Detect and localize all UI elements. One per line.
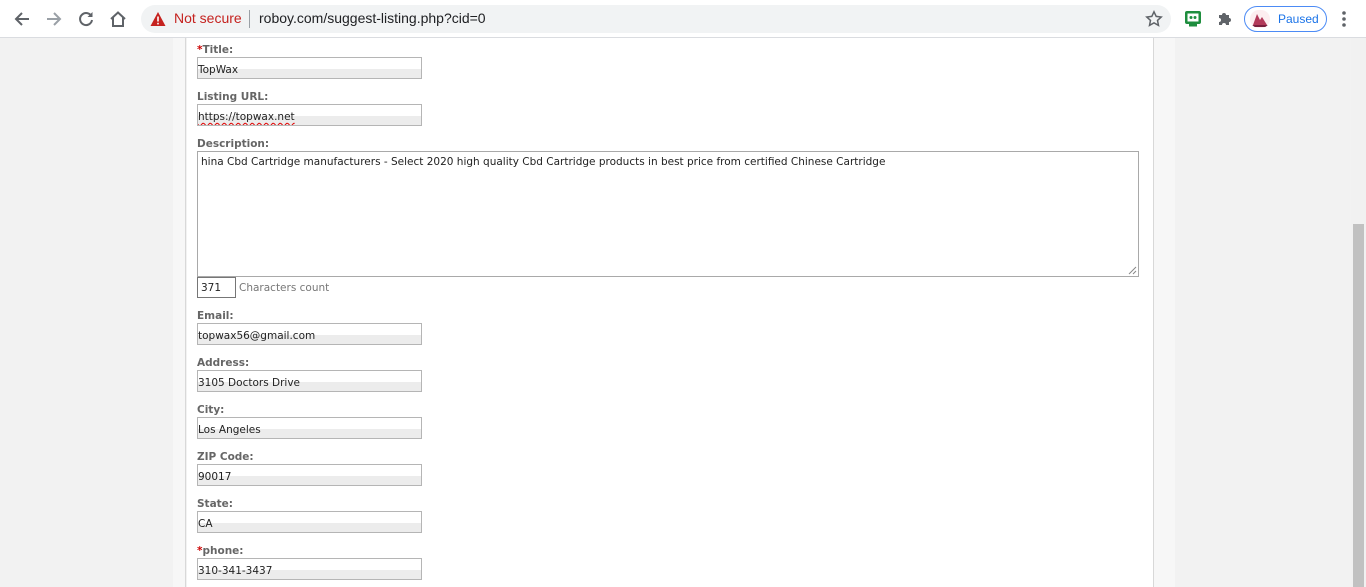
listing-url-value: https://topwax.net: [198, 111, 295, 123]
profile-button[interactable]: Paused: [1244, 6, 1327, 32]
home-icon: [110, 11, 126, 27]
state-input[interactable]: CA: [197, 511, 422, 533]
zip-code-input[interactable]: 90017: [197, 464, 422, 486]
menu-icon[interactable]: [1336, 9, 1352, 29]
reload-icon: [79, 12, 93, 27]
email-label: Email:: [197, 310, 234, 322]
title-input[interactable]: TopWax: [197, 57, 422, 79]
extension-icon[interactable]: [1184, 10, 1202, 27]
warning-icon[interactable]: [150, 11, 166, 27]
title-label: *Title:: [197, 44, 234, 56]
puzzle-icon[interactable]: [1216, 10, 1234, 28]
listing-url-label: Listing URL:: [197, 91, 269, 103]
right-column-border: [1153, 38, 1175, 587]
star-icon[interactable]: [1145, 10, 1163, 28]
reload-button[interactable]: [74, 7, 98, 31]
address-input[interactable]: 3105 Doctors Drive: [197, 370, 422, 392]
phone-input[interactable]: 310-341-3437: [197, 558, 422, 580]
email-input[interactable]: topwax56@gmail.com: [197, 323, 422, 345]
home-button[interactable]: [106, 7, 130, 31]
browser-toolbar: Not secure roboy.com/suggest-listing.php…: [0, 0, 1366, 38]
back-icon: [14, 12, 29, 26]
city-input[interactable]: Los Angeles: [197, 417, 422, 439]
resize-grip-icon[interactable]: [1128, 266, 1137, 275]
profile-status: Paused: [1278, 12, 1319, 26]
forward-button[interactable]: [42, 7, 66, 31]
url-separator: [249, 10, 250, 28]
city-label: City:: [197, 404, 225, 416]
char-count-field: 371: [197, 277, 236, 298]
description-label: Description:: [197, 138, 270, 150]
description-value: hina Cbd Cartridge manufacturers - Selec…: [201, 156, 886, 168]
scrollbar-thumb[interactable]: [1353, 224, 1364, 587]
back-button[interactable]: [10, 7, 34, 31]
scrollbar[interactable]: [1351, 38, 1366, 587]
zip-code-label: ZIP Code:: [197, 451, 254, 463]
state-label: State:: [197, 498, 234, 510]
url-text[interactable]: roboy.com/suggest-listing.php?cid=0: [259, 10, 486, 26]
security-status[interactable]: Not secure: [174, 10, 242, 26]
phone-label: *phone:: [197, 545, 244, 557]
address-label: Address:: [197, 357, 250, 369]
description-textarea[interactable]: hina Cbd Cartridge manufacturers - Selec…: [197, 151, 1139, 277]
char-count-label: Characters count: [239, 282, 330, 294]
avatar: [1250, 10, 1270, 28]
listing-url-input[interactable]: https://topwax.net: [197, 104, 422, 126]
left-column-border: [173, 38, 186, 587]
forward-icon: [47, 12, 62, 26]
